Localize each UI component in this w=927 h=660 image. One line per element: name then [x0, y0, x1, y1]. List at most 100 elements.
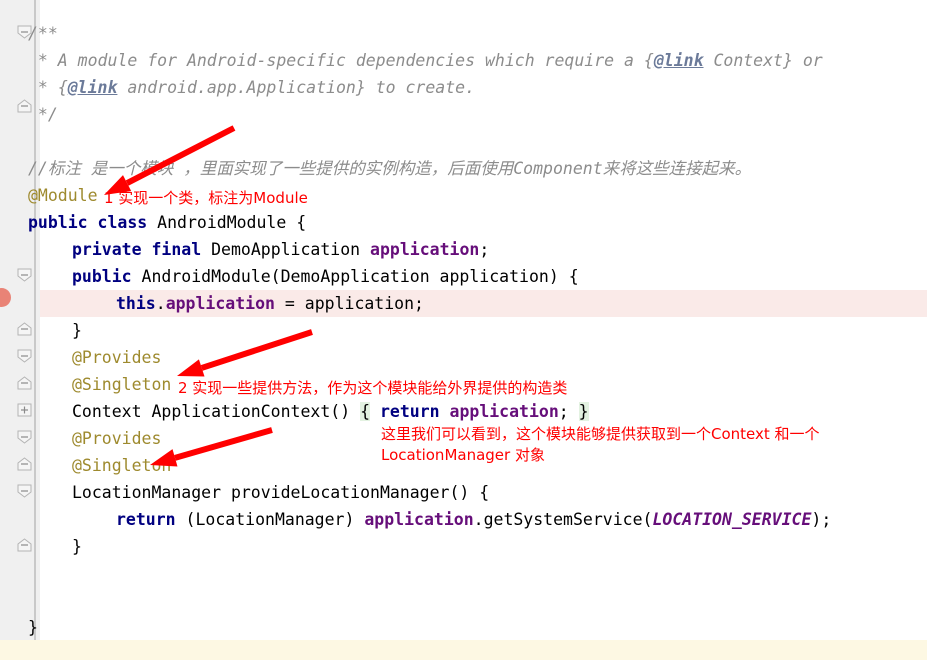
code-line-text: //标注 是一个模块 ，里面实现了一些提供的实例构造，后面使用Component…: [28, 155, 751, 182]
annotation-text-line: 2 实现一些提供方法，作为这个模块能给外界提供的构造类: [178, 379, 568, 397]
code-token: final: [151, 240, 202, 259]
code-token: Context ApplicationContext(): [72, 402, 361, 421]
code-token: {: [643, 51, 654, 70]
code-token: ;: [479, 240, 490, 259]
code-line-text: private final DemoApplication applicatio…: [72, 236, 489, 263]
code-token: .: [155, 294, 166, 313]
code-token: *: [28, 78, 58, 97]
code-token: Context} or: [703, 51, 823, 70]
code-line-text: Context ApplicationContext() { return ap…: [72, 398, 589, 425]
code-token: .getSystemService(: [473, 510, 653, 529]
code-token: @Module: [28, 186, 98, 205]
code-token: application: [449, 402, 559, 421]
code-token: );: [811, 510, 832, 529]
code-line-text: * {@link android.app.Application} to cre…: [28, 74, 475, 101]
code-line[interactable]: * {@link android.app.Application} to cre…: [0, 74, 927, 101]
code-line[interactable]: }: [0, 614, 927, 641]
code-token: DemoApplication: [201, 240, 371, 259]
code-token: @Singleton: [72, 375, 172, 394]
code-line[interactable]: //标注 是一个模块 ，里面实现了一些提供的实例构造，后面使用Component…: [0, 155, 927, 182]
code-line-text: @Provides: [72, 425, 161, 452]
code-line[interactable]: this.application = application;: [0, 290, 927, 317]
code-line[interactable]: /**: [0, 20, 927, 47]
code-line-text: }: [72, 533, 82, 560]
code-line-text: * A module for Android-specific dependen…: [28, 47, 823, 74]
code-token: this: [116, 294, 156, 313]
code-line[interactable]: public class AndroidModule {: [0, 209, 927, 236]
code-token: @Provides: [72, 348, 162, 367]
code-line-text: @Singleton: [72, 371, 171, 398]
annotation-text: 这里我们可以看到，这个模块能够提供获取到一个Context 和一个 Locatio…: [381, 424, 820, 466]
code-line[interactable]: return (LocationManager) application.get…: [0, 506, 927, 533]
code-token: * A module for Android-specific dependen…: [28, 51, 644, 70]
code-token: //标注 是一个模块 ，里面实现了一些提供的实例构造，后面使用Component…: [28, 159, 752, 178]
code-line-text: public class AndroidModule {: [28, 209, 306, 236]
code-line[interactable]: [0, 587, 927, 614]
code-token: return: [379, 402, 440, 421]
code-line-text: return (LocationManager) application.get…: [116, 506, 831, 533]
code-editor-root: /** * A module for Android-specific depe…: [0, 0, 927, 660]
code-line[interactable]: }: [0, 533, 927, 560]
code-token: }: [72, 321, 82, 340]
code-token: public: [28, 213, 88, 232]
code-token: {: [360, 402, 371, 421]
code-token: LocationManager provideLocationManager()…: [72, 483, 490, 502]
code-line[interactable]: @Provides: [0, 344, 927, 371]
annotation-text-line: LocationManager 对象: [381, 446, 545, 464]
code-line-text: @Provides: [72, 344, 161, 371]
code-line-text: /**: [28, 20, 58, 47]
bottom-status-band-gutter: [0, 640, 34, 660]
code-token: LOCATION_SERVICE: [652, 510, 812, 529]
code-token: AndroidModule {: [147, 213, 307, 232]
annotation-text: 2 实现一些提供方法，作为这个模块能给外界提供的构造类: [178, 378, 567, 399]
code-token: private: [72, 240, 142, 259]
code-token: (LocationManager): [175, 510, 365, 529]
code-token: @Provides: [72, 429, 162, 448]
code-line-text: this.application = application;: [116, 290, 424, 317]
annotation-text-line: 这里我们可以看到，这个模块能够提供获取到一个Context 和一个: [381, 425, 820, 443]
code-token: application: [364, 510, 474, 529]
code-token: @Singleton: [72, 456, 172, 475]
code-token: application: [370, 240, 480, 259]
code-line[interactable]: Context ApplicationContext() { return ap…: [0, 398, 927, 425]
code-token: = application;: [274, 294, 424, 313]
code-line-text: }: [72, 317, 82, 344]
code-token: AndroidModule(DemoApplication applicatio…: [131, 267, 579, 286]
annotation-text: 1 实现一个类，标注为Module: [104, 188, 308, 209]
annotation-text-line: 1 实现一个类，标注为Module: [104, 189, 308, 207]
code-token: }: [28, 618, 38, 637]
code-line-text: public AndroidModule(DemoApplication app…: [72, 263, 579, 290]
code-line-text: @Module: [28, 182, 98, 209]
code-line[interactable]: public AndroidModule(DemoApplication app…: [0, 263, 927, 290]
code-token: public: [72, 267, 132, 286]
code-token: /**: [28, 24, 58, 43]
code-line[interactable]: [0, 128, 927, 155]
code-line[interactable]: [0, 560, 927, 587]
code-token: class: [97, 213, 148, 232]
code-token: }: [72, 537, 82, 556]
code-content-area[interactable]: /** * A module for Android-specific depe…: [0, 0, 927, 640]
bottom-status-band: [0, 640, 927, 660]
code-line[interactable]: * A module for Android-specific dependen…: [0, 47, 927, 74]
code-line[interactable]: */: [0, 101, 927, 128]
code-token: return: [116, 510, 176, 529]
code-token: }: [578, 402, 589, 421]
code-line[interactable]: private final DemoApplication applicatio…: [0, 236, 927, 263]
code-token: android.app.Application} to create.: [117, 78, 476, 97]
code-token: {: [57, 78, 68, 97]
code-token: */: [28, 105, 58, 124]
code-line-text: }: [28, 614, 38, 641]
code-token: @link: [67, 78, 118, 97]
code-line-text: @Singleton: [72, 452, 171, 479]
code-token: application: [165, 294, 275, 313]
code-line-text: */: [28, 101, 58, 128]
code-token: ;: [558, 402, 579, 421]
code-line[interactable]: LocationManager provideLocationManager()…: [0, 479, 927, 506]
code-line[interactable]: }: [0, 317, 927, 344]
code-line-text: LocationManager provideLocationManager()…: [72, 479, 489, 506]
code-token: @link: [653, 51, 704, 70]
